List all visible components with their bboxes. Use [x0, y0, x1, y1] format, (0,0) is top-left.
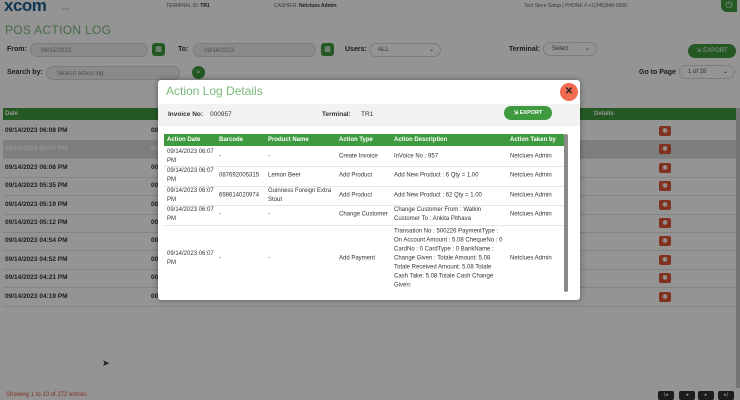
modal-export-label: EXPORT — [519, 110, 543, 116]
modal-cell-product: Lemon Beer — [268, 172, 301, 179]
modal-table-row: 09/14/2023 06:07 PM 087692005315 Lemon Bee… — [164, 166, 564, 187]
modal-cell-barcode: - — [219, 153, 221, 159]
modal-terminal-value: TR1 — [361, 111, 374, 118]
modal-cell-type: Change Customer — [339, 211, 388, 218]
modal-cell-product: Guinness Foreign Extra Stout — [268, 187, 332, 203]
modal-cell-desc: Transation No : 500226 PaymentType : On … — [394, 228, 503, 288]
modal-cell-product: - — [268, 255, 270, 261]
modal-table-header: Action Date Barcode Product Name Action … — [164, 134, 564, 146]
modal-cell-type: Add Payment — [339, 255, 376, 261]
modal-terminal-label: Terminal: — [322, 111, 351, 118]
modal-cell-date: 09/14/2023 06:07 PM — [167, 148, 214, 164]
column-action-date: Action Date — [167, 137, 201, 143]
export-icon: ⇲ — [513, 110, 519, 116]
column-action-taken-by: Action Taken by — [510, 137, 556, 143]
modal-scrollbar[interactable] — [564, 134, 568, 292]
modal-cell-desc: Add New Product : 62 Qty = 1.00 — [394, 192, 482, 198]
column-barcode: Barcode — [219, 137, 244, 143]
modal-cell-by: Netclues Admin — [510, 192, 552, 198]
modal-cell-barcode: - — [219, 211, 221, 218]
modal-cell-date: 09/14/2023 06:07 PM — [167, 207, 214, 222]
modal-cell-by: Netclues Admin — [510, 153, 552, 159]
modal-table-row: 09/14/2023 06:07 PM - - Change Customer Chan… — [164, 205, 564, 226]
close-icon[interactable]: ✕ — [560, 83, 578, 101]
modal-cell-barcode: - — [219, 255, 221, 261]
modal-title: Action Log Details — [166, 84, 263, 98]
modal-cell-product: - — [268, 211, 270, 218]
modal-cell-by: Netclues Admin — [510, 172, 552, 179]
column-product-name: Product Name — [268, 137, 309, 143]
modal-export-button[interactable]: ⇲ EXPORT — [504, 106, 552, 120]
modal-cell-type: Add Product — [339, 172, 373, 179]
modal-cell-date: 09/14/2023 06:07 PM — [167, 250, 214, 266]
modal-cell-product: - — [268, 153, 270, 159]
modal-table-row: 09/14/2023 06:07 PM - - Create Invoice InVoi… — [164, 147, 564, 167]
invoice-label: Invoice No: — [168, 111, 204, 118]
modal-cell-date: 09/14/2023 06:07 PM — [167, 168, 214, 183]
modal-cell-desc: Change Customer From : Walkin Customer T… — [394, 207, 482, 222]
column-action-description: Action Description — [394, 137, 448, 143]
modal-table-row: 09/14/2023 06:07 PM - - Add Payment Transati… — [164, 225, 564, 292]
modal-cell-desc: InVoice No : 957 — [394, 153, 439, 159]
modal-table-row: 09/14/2023 06:07 PM 698614020974 Guinness … — [164, 186, 564, 206]
modal-cell-type: Create Invoice — [339, 153, 378, 159]
action-log-modal: Action Log Details ✕ Invoice No: 000957 … — [158, 80, 580, 300]
modal-cell-by: Netclues Admin — [510, 255, 552, 261]
modal-table: Action Date Barcode Product Name Action … — [164, 134, 564, 292]
invoice-value: 000957 — [210, 111, 232, 118]
modal-cell-type: Add Product — [339, 192, 373, 198]
modal-cell-barcode: 087692005315 — [219, 172, 260, 179]
modal-cell-barcode: 698614020974 — [219, 192, 260, 198]
modal-cell-by: Netclues Admin — [510, 211, 552, 218]
column-action-type: Action Type — [339, 137, 373, 143]
modal-cell-desc: Add New Product : 6 Qty = 1.00 — [394, 172, 479, 179]
modal-cell-date: 09/14/2023 06:07 PM — [167, 187, 214, 203]
